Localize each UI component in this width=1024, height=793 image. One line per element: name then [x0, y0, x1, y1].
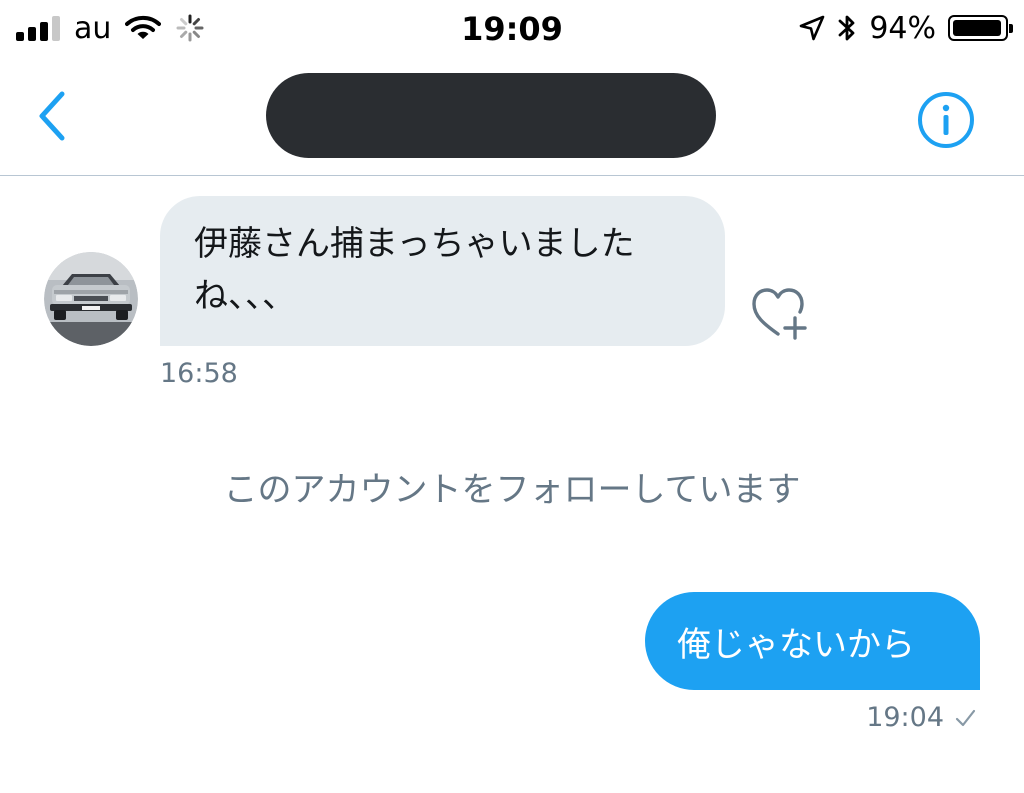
info-button[interactable]: [916, 90, 976, 150]
bluetooth-icon: [838, 15, 855, 41]
incoming-message-text: 伊藤さん捕まっちゃいましたね、、、: [194, 224, 635, 316]
back-button[interactable]: [28, 86, 78, 146]
battery-percent: 94%: [869, 10, 936, 46]
outgoing-message-text: 俺じゃないから: [677, 624, 915, 665]
incoming-message-time: 16:58: [160, 358, 238, 389]
checkmark-icon: [955, 709, 976, 726]
outgoing-message-bubble[interactable]: 俺じゃないから: [645, 592, 980, 690]
outgoing-message-meta: 19:04: [866, 702, 976, 733]
chevron-left-icon: [39, 91, 65, 141]
follow-status-note: このアカウントをフォローしています: [223, 470, 801, 510]
like-message-button[interactable]: [748, 282, 812, 346]
incoming-message-bubble[interactable]: 伊藤さん捕まっちゃいましたね、、、: [160, 196, 725, 346]
status-bar-right: 94%: [799, 10, 1013, 46]
status-bar: au 19:09 94%: [0, 0, 1024, 58]
battery-icon: [948, 15, 1013, 41]
heart-plus-icon: [752, 288, 807, 340]
sender-avatar[interactable]: [44, 252, 138, 346]
conversation-header: [0, 58, 1024, 176]
location-arrow-icon: [800, 15, 825, 41]
car-avatar-image: [44, 252, 138, 346]
info-circle-icon: [918, 92, 974, 148]
outgoing-message-time: 19:04: [866, 702, 944, 733]
conversation-title-redacted: [266, 73, 716, 158]
